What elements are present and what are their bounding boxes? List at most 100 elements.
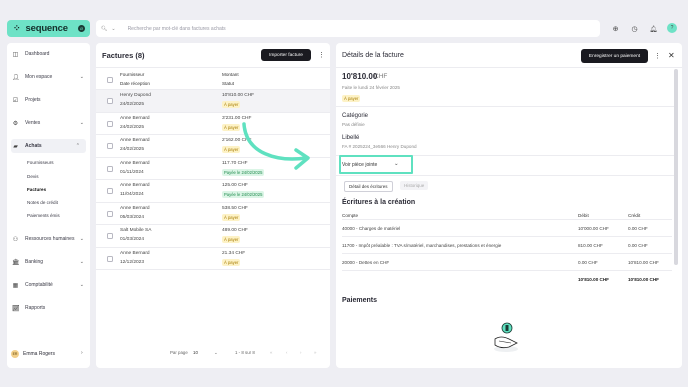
sidebar-item-achats[interactable]: ▰ Achats ⌃ bbox=[11, 139, 86, 153]
divider bbox=[342, 236, 672, 237]
chevron-down-icon[interactable]: ⌄ bbox=[111, 26, 115, 32]
supplier-cell: Anne Bernard bbox=[120, 160, 150, 166]
per-page-label: Par page bbox=[170, 350, 188, 355]
select-all-checkbox[interactable] bbox=[107, 77, 113, 83]
chevron-right-icon[interactable]: › bbox=[81, 350, 83, 356]
entry-account: 40000 - Charges de matériel bbox=[342, 226, 401, 231]
attachment-highlight bbox=[339, 155, 413, 174]
close-icon[interactable]: ✕ bbox=[668, 51, 675, 60]
person-icon: 👤︎ bbox=[12, 74, 20, 81]
entry-credit: 0.00 CHF bbox=[628, 226, 648, 231]
add-icon[interactable]: ⊕ bbox=[610, 23, 621, 34]
subitem-fournisseurs[interactable]: Fournisseurs bbox=[27, 160, 54, 165]
sidebar-item-ventes[interactable]: ⚙︎ Ventes ⌄ bbox=[7, 116, 90, 130]
search-input[interactable]: Recherche par mot-clé dans factures acha… bbox=[128, 26, 226, 32]
entries-title: Écritures à la création bbox=[342, 199, 416, 206]
search-bar[interactable]: 🔍︎ ⌄ Recherche par mot-clé dans factures… bbox=[96, 20, 600, 37]
chevron-down-icon: ⌄ bbox=[79, 74, 84, 80]
tab-detail-ecritures[interactable]: Détail des écritures bbox=[344, 181, 393, 192]
brand-badge[interactable]: Ø bbox=[78, 25, 85, 32]
entry-account: 20000 - Dettes en CHF bbox=[342, 260, 390, 265]
more-options-icon[interactable]: ⋮ bbox=[654, 52, 661, 60]
table-row[interactable]: Henry Dupond 24/02/2025 10'810.00 CHF À … bbox=[96, 90, 330, 113]
amount-cell: 10'810.00 CHF bbox=[222, 93, 255, 98]
column-header-amount[interactable]: Montant bbox=[222, 72, 239, 77]
save-payment-button[interactable]: Enregistrer un paiement bbox=[581, 49, 648, 63]
sidebar-item-mon-espace[interactable]: 👤︎ Mon espace ⌄ bbox=[7, 70, 90, 84]
first-page-icon[interactable]: « bbox=[270, 350, 272, 355]
sidebar-item-label: Mon espace bbox=[25, 74, 53, 80]
divider bbox=[96, 67, 330, 68]
per-page-select[interactable]: 10 bbox=[193, 350, 198, 355]
clock-icon[interactable]: ◷ bbox=[629, 23, 640, 34]
prev-page-icon[interactable]: ‹ bbox=[286, 350, 287, 355]
chevron-down-icon: ⌄ bbox=[79, 259, 84, 265]
invoice-date: Faite le lundi 24 février 2025 bbox=[342, 85, 400, 90]
sidebar-item-projets[interactable]: ☑ Projets bbox=[7, 93, 90, 107]
row-checkbox[interactable] bbox=[107, 210, 113, 217]
sidebar-item-comptabilite[interactable]: ▦ Comptabilité ⌄ bbox=[7, 278, 90, 292]
chevron-up-icon: ⌃ bbox=[75, 143, 80, 149]
date-cell: 01/11/2024 bbox=[120, 169, 144, 175]
table-row[interactable]: Anne Bernard 12/12/2023 21.34 CHF À paye… bbox=[96, 248, 330, 270]
subitem-factures[interactable]: Factures bbox=[27, 187, 46, 192]
total-debit: 10'810.00 CHF bbox=[578, 277, 609, 282]
bank-icon: 🏛︎ bbox=[12, 259, 20, 266]
total-credit: 10'810.00 CHF bbox=[628, 277, 659, 282]
status-badge: À payer bbox=[342, 95, 361, 102]
row-checkbox[interactable] bbox=[107, 143, 113, 149]
invoice-amount: 10'810.00 bbox=[342, 72, 378, 81]
date-cell: 24/02/2025 bbox=[120, 102, 145, 107]
bell-icon[interactable]: 🔔︎ bbox=[648, 23, 659, 34]
scrollbar[interactable] bbox=[674, 69, 678, 265]
entry-credit: 0.00 CHF bbox=[628, 243, 648, 248]
subitem-notes-de-credit[interactable]: Notes de crédit bbox=[27, 200, 58, 205]
invoice-detail-panel: Détails de la facture Enregistrer un pai… bbox=[336, 43, 682, 368]
sidebar-item-label: Ventes bbox=[25, 120, 41, 126]
date-cell: 12/12/2023 bbox=[120, 259, 145, 265]
row-checkbox[interactable] bbox=[107, 255, 113, 262]
last-page-icon[interactable]: » bbox=[314, 350, 316, 355]
column-header-status[interactable]: Statut bbox=[222, 81, 234, 86]
date-cell: 11/04/2024 bbox=[120, 192, 144, 197]
bag-icon: ▰ bbox=[13, 143, 18, 150]
pagination-range: 1 - 8 sur 8 bbox=[235, 350, 255, 355]
sidebar: ◫ Dashboard 👤︎ Mon espace ⌄ ☑ Projets ⚙︎ Vent… bbox=[7, 43, 90, 368]
sidebar-item-banking[interactable]: 🏛︎ Banking ⌄ bbox=[7, 255, 90, 269]
column-header-supplier[interactable]: Fournisseur bbox=[120, 72, 144, 77]
row-checkbox[interactable] bbox=[107, 120, 113, 127]
sidebar-item-rapports[interactable]: 📈︎ Rapports bbox=[7, 301, 90, 315]
import-invoice-button[interactable]: Importer facture bbox=[261, 49, 311, 61]
libelle-label: Libellé bbox=[342, 135, 360, 141]
chart-icon: 📈︎ bbox=[12, 305, 20, 312]
date-cell: 24/02/2025 bbox=[120, 147, 145, 152]
more-options-icon[interactable]: ⋮ bbox=[318, 51, 325, 59]
sidebar-item-label: Banking bbox=[25, 259, 44, 265]
user-menu[interactable]: ER Emma Rogers bbox=[11, 350, 55, 358]
row-checkbox[interactable] bbox=[107, 233, 113, 239]
supplier-cell: Anne Bernard bbox=[120, 138, 150, 143]
subitem-devis[interactable]: Devis bbox=[27, 174, 39, 179]
sidebar-item-dashboard[interactable]: ◫ Dashboard bbox=[7, 47, 90, 61]
row-checkbox[interactable] bbox=[107, 165, 113, 172]
column-header-date[interactable]: Date réception bbox=[120, 81, 150, 86]
table-row[interactable]: Anne Bernard 05/03/2024 538.50 CHF À pay… bbox=[96, 203, 330, 225]
date-cell: 01/03/2024 bbox=[120, 237, 145, 242]
category-value: Pas définie bbox=[342, 122, 365, 127]
divider bbox=[336, 106, 674, 107]
row-checkbox[interactable] bbox=[107, 98, 113, 104]
table-row[interactable]: Anne Bernard 11/04/2024 125.00 CHF Payée… bbox=[96, 180, 330, 203]
subitem-paiements-emis[interactable]: Paiements émis bbox=[27, 213, 60, 218]
table-row[interactable]: Salt Mobile SA 01/03/2024 489.00 CHF À p… bbox=[96, 225, 330, 248]
chevron-down-icon[interactable]: ⌄ bbox=[214, 350, 218, 356]
tab-historique[interactable]: Historique bbox=[400, 181, 429, 190]
amount-cell: 21.34 CHF bbox=[222, 250, 246, 256]
amount-cell: 125.00 CHF bbox=[222, 183, 248, 188]
amount-cell: 538.50 CHF bbox=[222, 205, 248, 211]
supplier-cell: Anne Bernard bbox=[120, 183, 150, 188]
row-checkbox[interactable] bbox=[107, 188, 113, 194]
brand-logo[interactable]: ⁘ sequence Ø bbox=[7, 20, 90, 37]
next-page-icon[interactable]: › bbox=[300, 350, 301, 355]
sidebar-item-ressources-humaines[interactable]: ⚇ Ressources humaines ⌄ bbox=[7, 232, 90, 246]
help-icon[interactable]: ? bbox=[667, 23, 677, 33]
